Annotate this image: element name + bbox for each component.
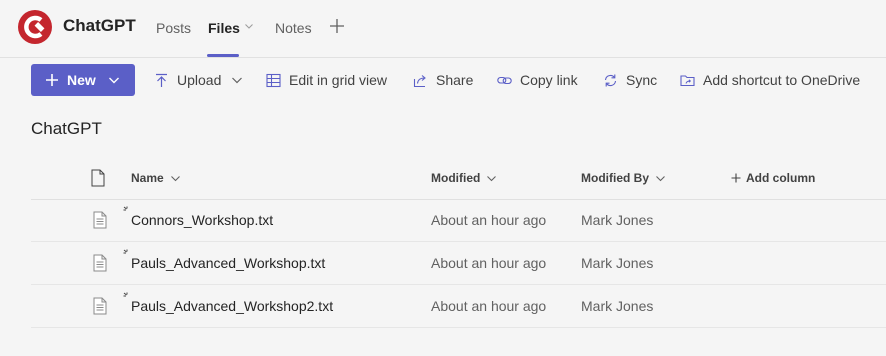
upload-label: Upload (177, 72, 222, 88)
file-name-link[interactable]: Connors_Workshop.txt (131, 212, 273, 228)
sync-icon (604, 74, 617, 86)
chevron-down-icon (232, 77, 243, 84)
file-modified: About an hour ago (431, 212, 547, 228)
sync-label: Sync (626, 72, 658, 88)
share-label: Share (436, 72, 474, 88)
upload-button[interactable]: Upload (154, 70, 243, 90)
column-name-label: Name (131, 171, 164, 185)
chevron-down-icon (487, 175, 497, 181)
add-shortcut-onedrive-button[interactable]: Add shortcut to OneDrive (680, 70, 860, 90)
tab-posts[interactable]: Posts (156, 20, 191, 36)
add-shortcut-label: Add shortcut to OneDrive (703, 72, 861, 88)
tab-files[interactable]: Files (208, 20, 254, 36)
column-modified-by-label: Modified By (581, 171, 649, 185)
command-bar: New Upload Edit in grid view Share Copy … (0, 58, 886, 102)
add-column-button[interactable]: Add column (731, 171, 815, 185)
file-modified-by: Mark Jones (581, 255, 654, 271)
add-tab-icon[interactable] (328, 17, 346, 35)
copy-link-button[interactable]: Copy link (497, 70, 578, 90)
column-modified-label: Modified (431, 171, 481, 185)
text-file-icon (93, 254, 107, 272)
plus-icon (731, 173, 741, 183)
sync-button[interactable]: Sync (603, 70, 657, 90)
add-column-label: Add column (746, 171, 816, 185)
tab-files-label: Files (208, 20, 240, 36)
folder-title: ChatGPT (31, 119, 102, 138)
text-file-icon (93, 297, 107, 315)
upload-icon (156, 73, 167, 87)
new-button-label: New (67, 72, 96, 88)
file-modified-by: Mark Jones (581, 298, 654, 314)
active-tab-indicator (207, 54, 239, 57)
column-header-modified-by[interactable]: Modified By (581, 171, 666, 185)
chevron-down-icon (656, 175, 665, 181)
share-icon (413, 74, 426, 87)
tab-notes[interactable]: Notes (275, 20, 312, 36)
table-row[interactable]: Pauls_Advanced_Workshop.txt About an hou… (31, 242, 886, 285)
top-bar: ChatGPT Posts Files Notes (0, 0, 886, 58)
grid-label: Edit in grid view (289, 72, 388, 88)
folder-shortcut-icon (680, 74, 695, 86)
file-type-icon[interactable] (91, 169, 105, 187)
table-row[interactable]: Connors_Workshop.txt About an hour ago M… (31, 199, 886, 242)
copy-link-label: Copy link (520, 72, 578, 88)
chevron-down-icon (245, 24, 253, 29)
file-modified: About an hour ago (431, 298, 547, 314)
file-name-link[interactable]: Pauls_Advanced_Workshop.txt (131, 255, 325, 271)
file-name-link[interactable]: Pauls_Advanced_Workshop2.txt (131, 298, 333, 314)
chevron-down-icon (170, 175, 180, 181)
chevron-down-icon (108, 77, 119, 84)
text-file-icon (93, 211, 107, 229)
link-icon (497, 76, 512, 84)
table-row[interactable]: Pauls_Advanced_Workshop2.txt About an ho… (31, 285, 886, 328)
edit-grid-view-button[interactable]: Edit in grid view (266, 70, 387, 90)
app-logo-icon (18, 10, 52, 44)
column-header-modified[interactable]: Modified (431, 171, 497, 185)
file-modified-by: Mark Jones (581, 212, 654, 228)
app-title: ChatGPT (63, 16, 136, 35)
plus-icon (46, 74, 58, 86)
share-button[interactable]: Share (413, 70, 473, 90)
file-modified: About an hour ago (431, 255, 547, 271)
column-header-name[interactable]: Name (131, 171, 181, 185)
grid-icon (266, 73, 281, 87)
new-button[interactable]: New (31, 64, 135, 96)
table-header: Name Modified Modified By Add column (31, 158, 886, 200)
